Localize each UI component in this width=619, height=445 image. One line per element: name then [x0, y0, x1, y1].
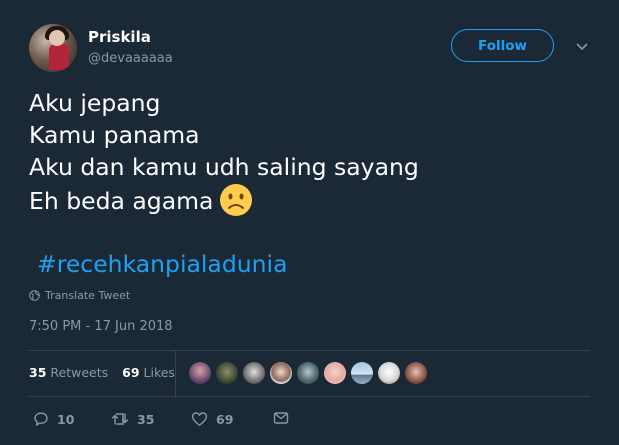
liker-avatar[interactable] [216, 362, 238, 384]
reply-count: 10 [57, 411, 75, 427]
translate-tweet-link[interactable]: Translate Tweet [29, 289, 130, 302]
tweet-line-last: Eh beda agama [29, 183, 419, 217]
chevron-down-icon[interactable] [575, 40, 589, 52]
retweets-count: 35 [29, 365, 47, 380]
retweets-label: Retweets [50, 365, 109, 380]
tweet-text: Aku jepang Kamu panama Aku dan kamu udh … [29, 87, 419, 217]
retweet-button[interactable]: 35 [111, 411, 154, 427]
liker-avatar[interactable] [297, 362, 319, 384]
like-button[interactable]: 69 [191, 411, 233, 427]
tweet-line: Aku dan kamu udh saling sayang [29, 153, 419, 181]
globe-icon [29, 290, 40, 301]
retweets-stat[interactable]: 35 Retweets [29, 365, 108, 380]
reply-button[interactable]: 10 [33, 411, 74, 427]
display-name[interactable]: Priskila [88, 28, 151, 46]
liker-avatar[interactable] [351, 362, 373, 384]
liker-avatar[interactable] [270, 362, 292, 384]
reply-icon [34, 412, 48, 426]
follow-button[interactable]: Follow [451, 29, 554, 62]
profile-avatar[interactable] [29, 24, 77, 72]
heart-icon [191, 412, 208, 426]
liker-avatar[interactable] [243, 362, 265, 384]
liker-avatars [189, 362, 427, 384]
message-icon [273, 412, 289, 424]
likes-stat[interactable]: 69 Likes [122, 365, 175, 380]
tweet-timestamp[interactable]: 7:50 PM - 17 Jun 2018 [29, 319, 173, 334]
user-handle[interactable]: @devaaaaaa [88, 51, 173, 66]
tweet-line: Kamu panama [29, 121, 200, 149]
hashtag-link[interactable]: #recehkanpialadunia [37, 250, 287, 278]
liker-avatar[interactable] [405, 362, 427, 384]
sad-face-emoji-icon [220, 184, 253, 216]
direct-message-button[interactable] [273, 411, 289, 425]
tweet-stats: 35 Retweets 69 Likes [29, 365, 175, 380]
retweet-count: 35 [137, 411, 155, 427]
divider [29, 396, 590, 397]
liker-avatar[interactable] [378, 362, 400, 384]
tweet-line: Eh beda agama [29, 187, 214, 215]
likes-count: 69 [122, 365, 140, 380]
likes-label: Likes [143, 365, 175, 380]
tweet-line: Aku jepang [29, 89, 161, 117]
retweet-icon [111, 413, 129, 425]
translate-label[interactable]: Translate Tweet [45, 289, 130, 302]
like-count: 69 [216, 411, 234, 427]
stats-separator [175, 351, 176, 396]
liker-avatar[interactable] [324, 362, 346, 384]
divider [29, 350, 590, 351]
liker-avatar[interactable] [189, 362, 211, 384]
